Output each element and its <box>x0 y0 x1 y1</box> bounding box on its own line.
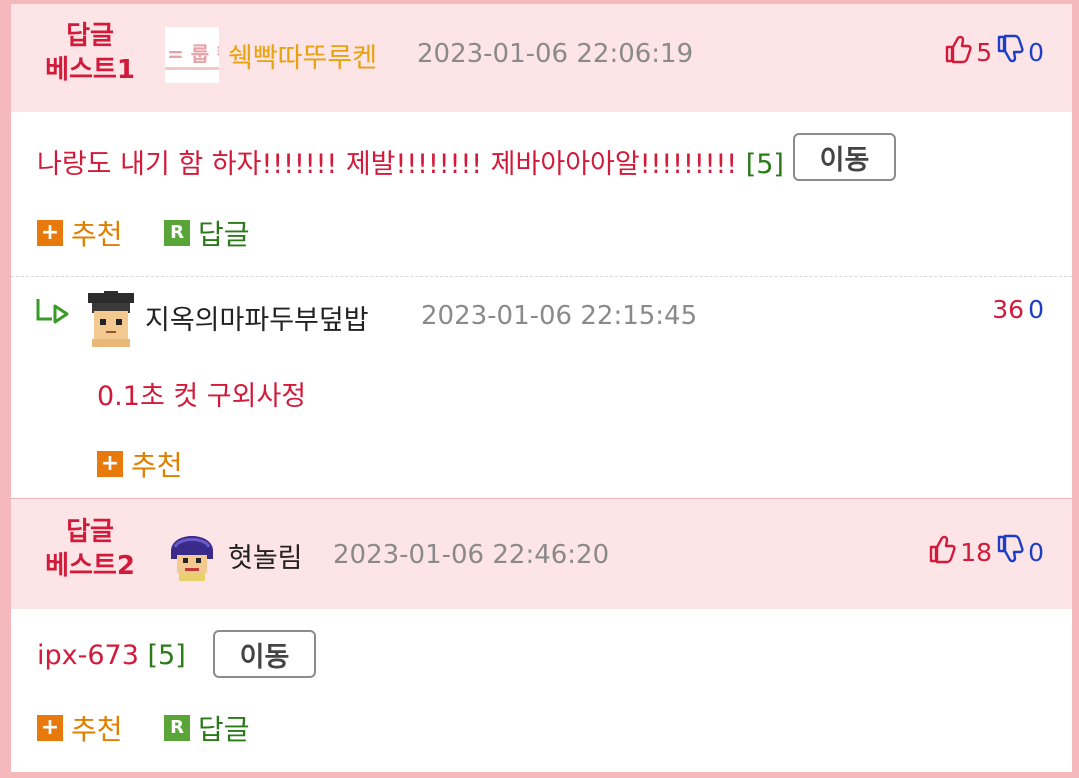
nickname[interactable]: 쉑빡따뚜루켄 <box>228 36 377 75</box>
up-count: 36 <box>992 295 1025 324</box>
reply-count: [5] <box>147 640 186 671</box>
thumbs-down-icon[interactable] <box>996 534 1024 570</box>
up-count: 18 <box>960 537 993 567</box>
down-count: 0 <box>1028 537 1044 567</box>
best-label-line1: 답글 <box>66 517 114 547</box>
recommend-label: 추천 <box>71 713 123 746</box>
avatar[interactable] <box>84 291 138 347</box>
reply-label: 답글 <box>198 218 250 251</box>
reply-label: 답글 <box>198 713 250 746</box>
recommend-button[interactable]: + 추천 <box>37 708 123 748</box>
plus-icon: + <box>97 451 123 477</box>
thumbs-down-icon[interactable] <box>996 34 1024 70</box>
best-label-line2: 베스트1 <box>45 55 135 85</box>
best-comment-header: 답글 베스트1 = 룹 ₹ 쉑빡따뚜루켄 2023-01-06 22:06:19… <box>11 4 1072 112</box>
reply-arrow-icon <box>35 296 71 332</box>
move-button[interactable]: 이동 <box>793 133 896 181</box>
reply-button[interactable]: R 답글 <box>164 708 250 748</box>
avatar[interactable] <box>165 525 219 581</box>
timestamp: 2023-01-06 22:06:19 <box>417 39 694 69</box>
best-label: 답글 베스트1 <box>35 19 145 87</box>
vote-box: 36 0 <box>992 295 1044 324</box>
comment-text: 0.1초 컷 구외사정 <box>97 381 307 412</box>
plus-icon: + <box>37 715 63 741</box>
recommend-button[interactable]: + 추천 <box>37 213 123 253</box>
recommend-button[interactable]: + 추천 <box>97 444 183 484</box>
best-comment-header: 답글 베스트2 혓놀림 2023-01-06 22:46:20 18 0 <box>11 499 1072 609</box>
move-button[interactable]: 이동 <box>213 630 316 678</box>
comment-list: 답글 베스트1 = 룹 ₹ 쉑빡따뚜루켄 2023-01-06 22:06:19… <box>11 4 1072 772</box>
comment-body: 나랑도 내기 함 하자!!!!!!! 제발!!!!!!!! 제바아아아알!!!!… <box>37 149 738 180</box>
recommend-label: 추천 <box>131 449 183 482</box>
nickname[interactable]: 혓놀림 <box>228 536 303 575</box>
divider <box>11 276 1072 277</box>
reply-r-icon: R <box>164 715 190 741</box>
comment-text: 나랑도 내기 함 하자!!!!!!! 제발!!!!!!!! 제바아아아알!!!!… <box>37 142 784 181</box>
down-count: 0 <box>1028 37 1044 67</box>
recommend-label: 추천 <box>71 218 123 251</box>
vote-box: 18 0 <box>928 534 1044 570</box>
timestamp: 2023-01-06 22:15:45 <box>421 301 698 331</box>
plus-icon: + <box>37 220 63 246</box>
best-label-line2: 베스트2 <box>45 551 135 581</box>
best-label: 답글 베스트2 <box>35 515 145 583</box>
thumbs-up-icon[interactable] <box>944 34 972 70</box>
comment-text: ipx-673 [5] <box>37 640 186 671</box>
svg-text:= 룹 ₹: = 룹 ₹ <box>167 42 219 66</box>
reply-count: [5] <box>745 149 784 180</box>
timestamp: 2023-01-06 22:46:20 <box>333 540 610 570</box>
vote-box: 5 0 <box>944 34 1044 70</box>
thumbs-up-icon[interactable] <box>928 534 956 570</box>
nickname[interactable]: 지옥의마파두부덮밥 <box>145 298 369 337</box>
reply-r-icon: R <box>164 220 190 246</box>
down-count: 0 <box>1028 295 1044 324</box>
comment-body: ipx-673 <box>37 640 139 671</box>
reply-button[interactable]: R 답글 <box>164 213 250 253</box>
avatar[interactable]: = 룹 ₹ <box>165 27 230 83</box>
best-label-line1: 답글 <box>66 21 114 51</box>
up-count: 5 <box>976 37 993 67</box>
